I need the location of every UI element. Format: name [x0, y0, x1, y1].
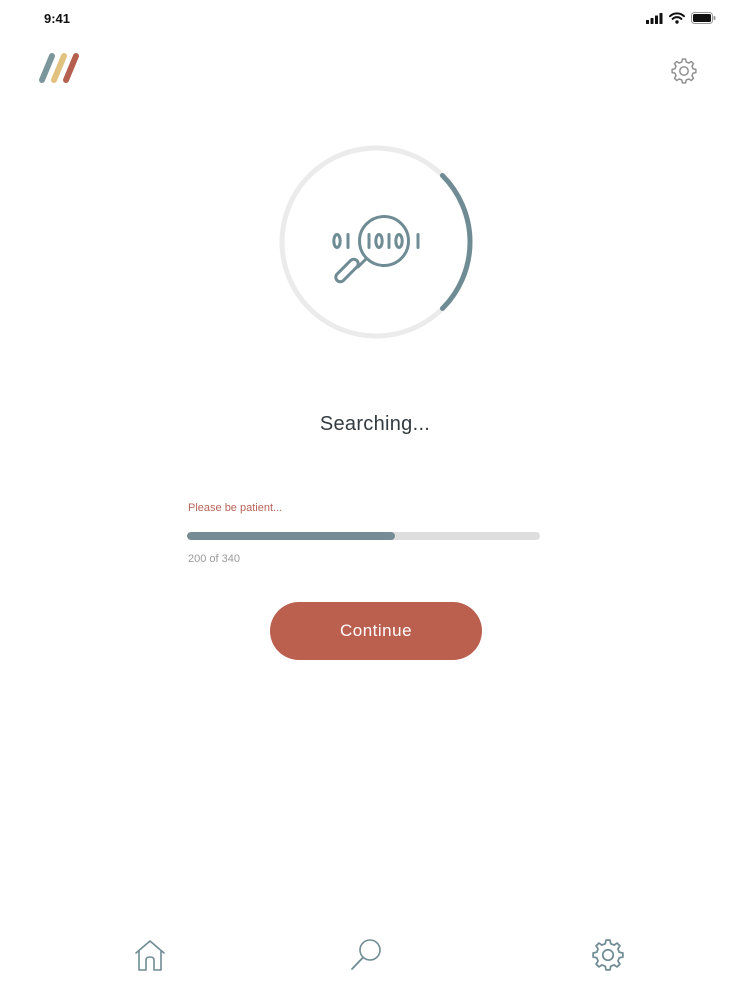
- tab-home[interactable]: [130, 935, 170, 975]
- searching-title: Searching...: [319, 413, 431, 435]
- wifi-icon: [669, 12, 685, 24]
- settings-gear-icon[interactable]: [668, 55, 700, 87]
- gear-icon: [592, 939, 624, 971]
- tab-settings[interactable]: [588, 935, 628, 975]
- logo-stripe: [63, 53, 79, 83]
- binary-magnifier-icon: [332, 215, 420, 284]
- progress-bar-fill: [187, 532, 395, 540]
- logo-stripe: [39, 53, 55, 83]
- search-progress-ring: [279, 145, 473, 339]
- status-icons: [646, 12, 716, 24]
- patience-message: Please be patient...: [188, 502, 283, 514]
- app-logo: [39, 53, 79, 83]
- progress-bar: [187, 532, 540, 540]
- tab-search[interactable]: [347, 935, 387, 975]
- cellular-signal-icon: [646, 12, 663, 24]
- progress-count: 200 of 340: [188, 553, 240, 565]
- battery-icon: [691, 12, 716, 24]
- ring-progress-arc: [439, 173, 473, 311]
- status-time: 9:41: [44, 11, 71, 26]
- magnifier-icon: [351, 939, 381, 970]
- logo-stripe: [51, 53, 67, 83]
- home-icon: [135, 940, 165, 971]
- continue-button[interactable]: Continue: [270, 602, 482, 660]
